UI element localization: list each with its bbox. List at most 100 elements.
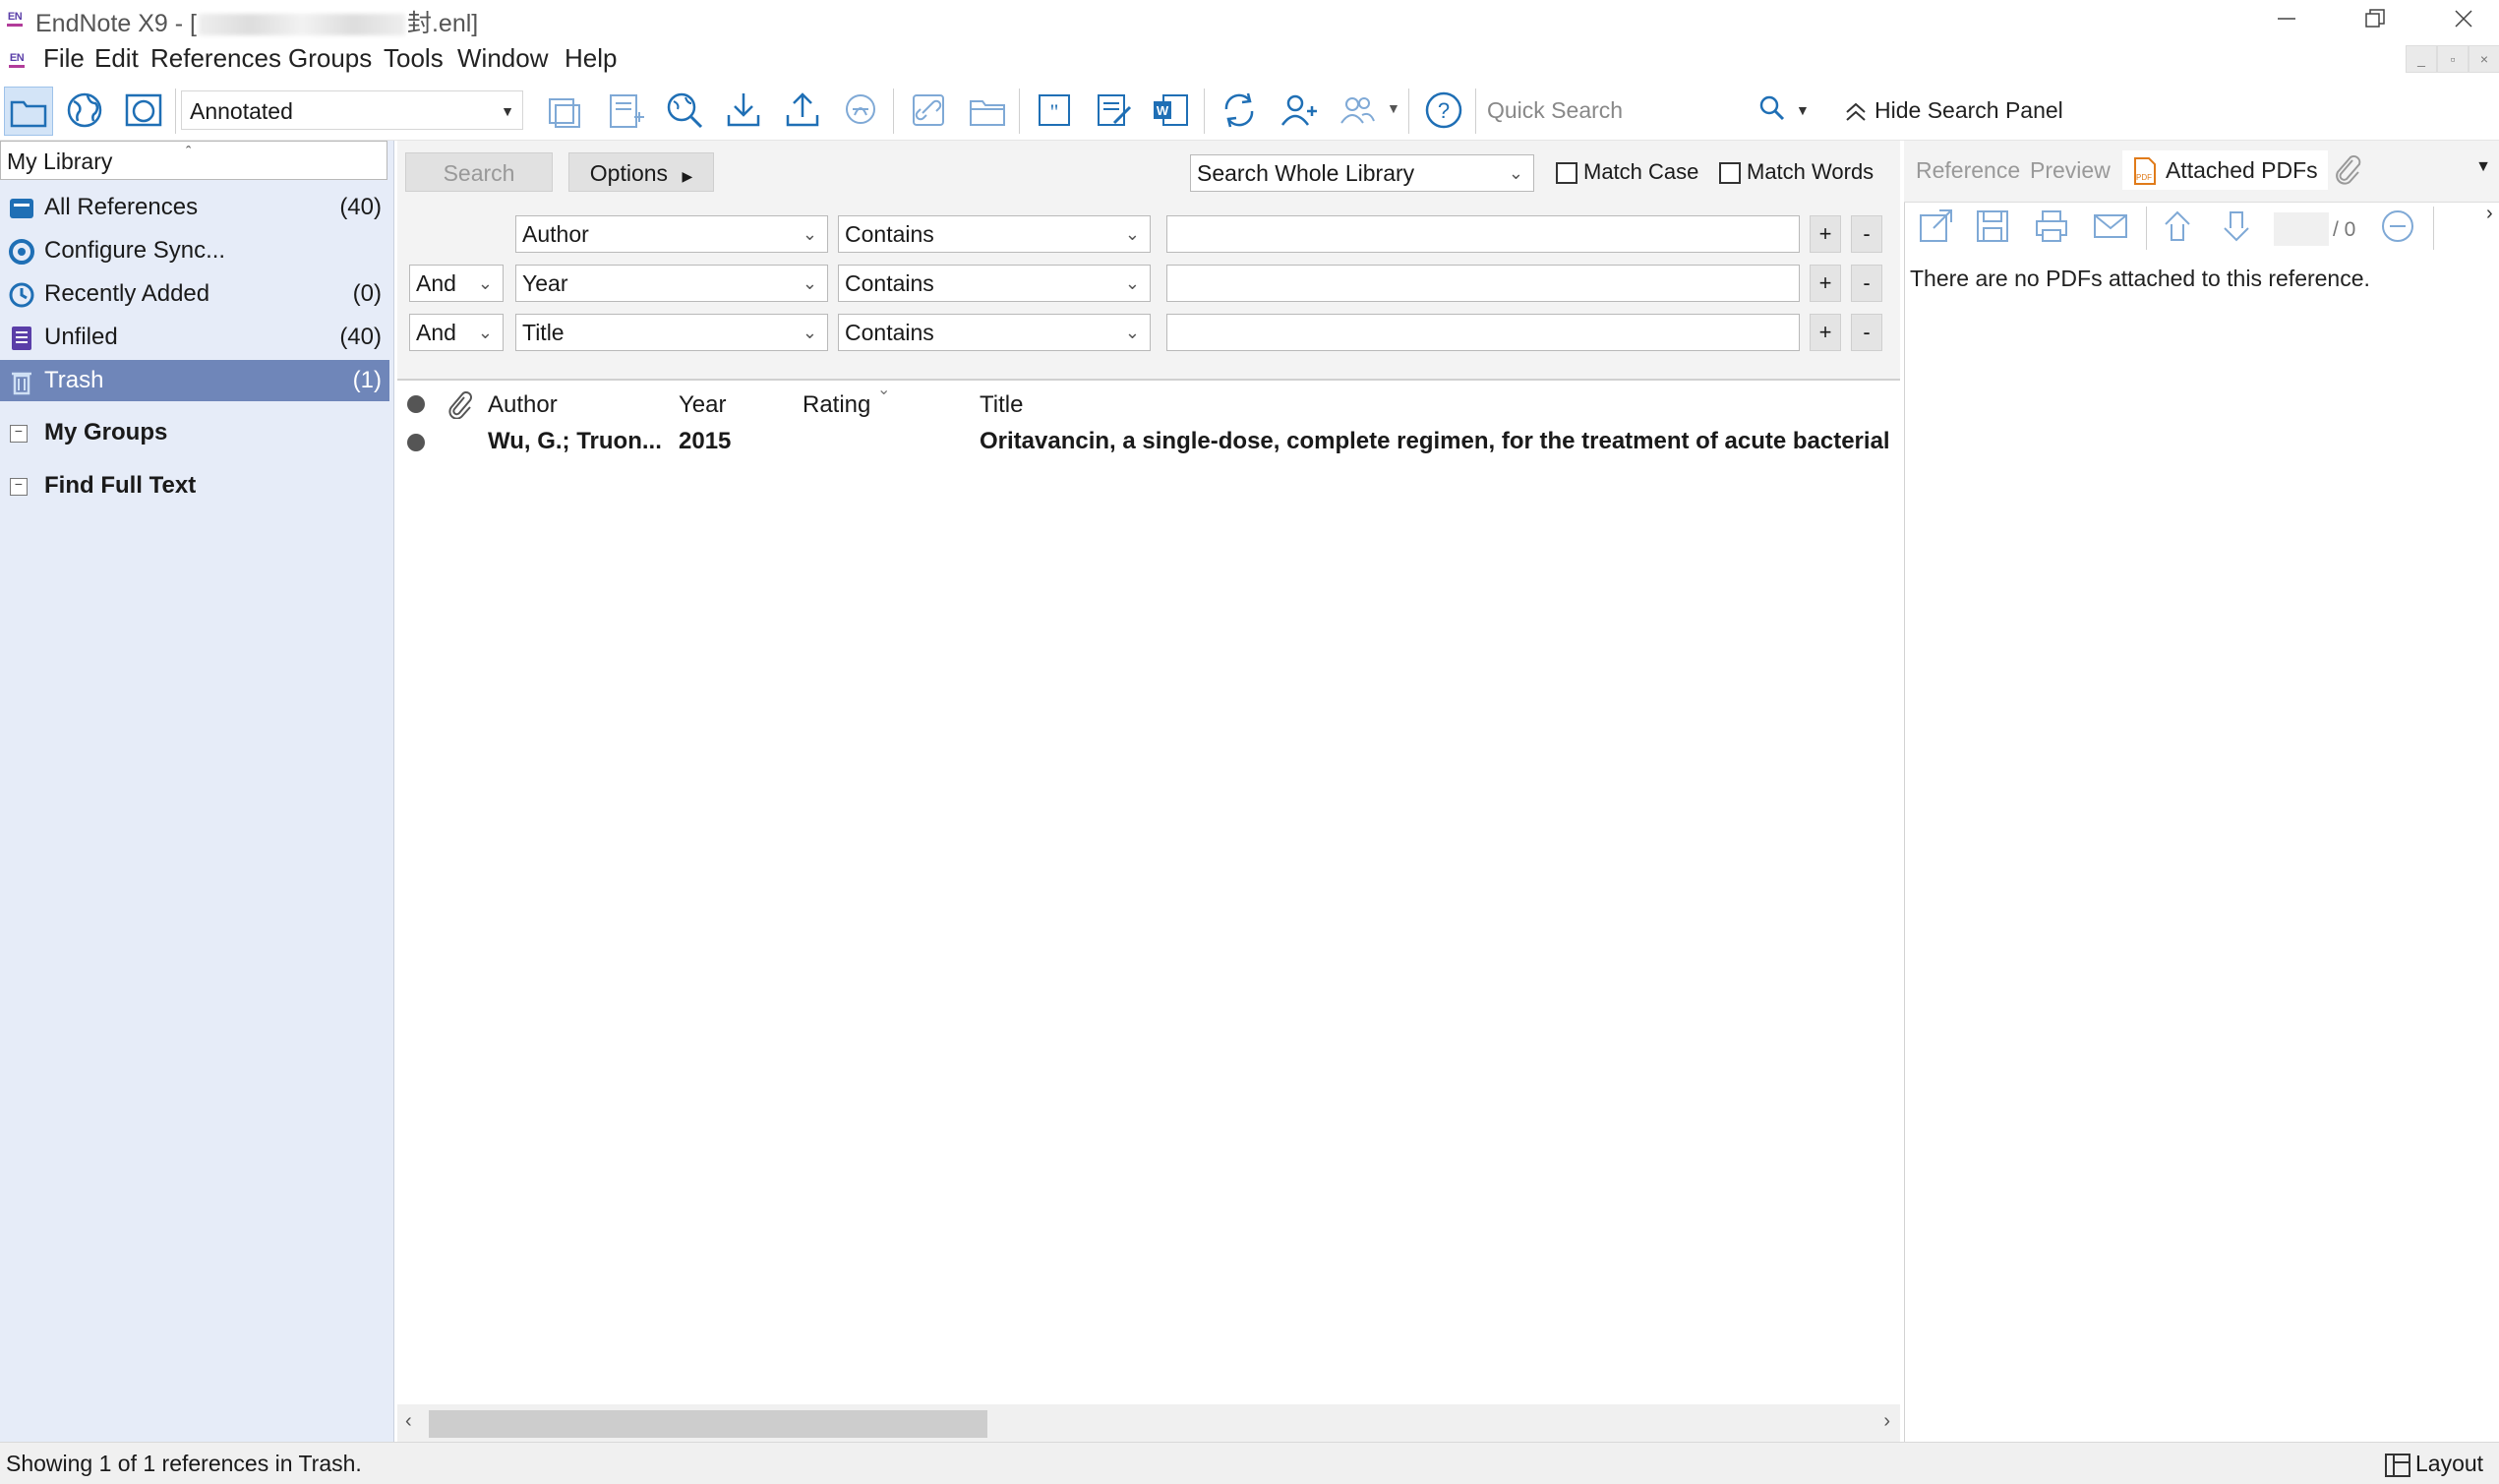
search-scope-select[interactable]: Search Whole Library ⌄ — [1190, 154, 1534, 192]
panel-menu-icon[interactable]: ▼ — [2475, 158, 2491, 176]
toolbar-overflow-icon[interactable]: › — [2486, 203, 2493, 225]
group-recently-added[interactable]: Recently Added (0) — [0, 273, 389, 315]
doc-minimize-button[interactable]: _ — [2406, 45, 2437, 73]
layout-button[interactable]: Layout — [2384, 1451, 2483, 1478]
search-term-input[interactable] — [1166, 314, 1800, 351]
group-unfiled[interactable]: Unfiled (40) — [0, 317, 389, 358]
status-bar: Showing 1 of 1 references in Trash. Layo… — [0, 1442, 2499, 1484]
quick-search-dropdown-icon[interactable]: ▼ — [1796, 102, 1810, 118]
scroll-right-icon[interactable]: › — [1883, 1410, 1890, 1433]
import-button[interactable] — [720, 87, 767, 134]
add-row-button[interactable]: + — [1810, 314, 1841, 351]
read-status-column-icon[interactable] — [407, 395, 425, 413]
attach-file-icon[interactable] — [2329, 152, 2362, 193]
menu-edit[interactable]: Edit — [94, 43, 139, 74]
email-pdf-button[interactable] — [2091, 207, 2134, 250]
search-term-input[interactable] — [1166, 215, 1800, 253]
copy-to-library-button[interactable] — [541, 87, 588, 134]
quick-search-input[interactable]: Quick Search — [1481, 90, 1786, 130]
hide-search-panel-button[interactable]: Hide Search Panel — [1843, 90, 2063, 130]
export-button[interactable] — [779, 87, 826, 134]
menu-bar: EN File Edit References Groups Tools Win… — [0, 39, 2499, 79]
search-button[interactable]: Search — [405, 152, 553, 192]
menu-file[interactable]: File — [43, 43, 85, 74]
menu-groups[interactable]: Groups — [288, 43, 372, 74]
return-to-word-button[interactable]: W — [1147, 87, 1194, 134]
search-operator-select[interactable]: Contains ⌄ — [838, 314, 1151, 351]
new-reference-button[interactable] — [602, 87, 649, 134]
tab-reference[interactable]: Reference — [1912, 150, 2024, 190]
attachment-column-icon[interactable] — [445, 389, 472, 426]
column-title[interactable]: Title — [980, 391, 1023, 419]
group-all-references[interactable]: All References (40) — [0, 187, 389, 228]
column-year[interactable]: Year — [679, 391, 727, 419]
search-field-select[interactable]: Author ⌄ — [515, 215, 828, 253]
group-count: (0) — [352, 280, 382, 307]
menu-window[interactable]: Window — [457, 43, 548, 74]
minimize-button[interactable] — [2242, 0, 2331, 37]
menu-help[interactable]: Help — [565, 43, 617, 74]
open-file-button[interactable] — [964, 87, 1011, 134]
help-button[interactable]: ? — [1420, 87, 1467, 134]
scrollbar-thumb[interactable] — [429, 1410, 987, 1438]
close-button[interactable] — [2419, 0, 2499, 37]
save-pdf-button[interactable] — [1973, 207, 2016, 250]
match-case-checkbox[interactable]: Match Case — [1556, 158, 1698, 186]
menu-references[interactable]: References — [150, 43, 281, 74]
search-operator-select[interactable]: Contains ⌄ — [838, 265, 1151, 302]
group-share-dropdown-icon[interactable]: ▼ — [1387, 100, 1400, 116]
chevron-down-icon: ⌄ — [1124, 323, 1140, 342]
scroll-left-icon[interactable]: ‹ — [405, 1410, 412, 1433]
previous-page-button[interactable] — [2158, 207, 2201, 250]
table-row[interactable]: Wu, G.; Truon... 2015 Oritavancin, a sin… — [397, 423, 1900, 462]
online-search-mode-button[interactable] — [61, 87, 108, 134]
tab-attached-pdfs[interactable]: PDF Attached PDFs — [2122, 150, 2328, 190]
remove-row-button[interactable]: - — [1851, 215, 1882, 253]
search-icon[interactable] — [1758, 94, 1786, 127]
local-library-mode-button[interactable] — [4, 87, 53, 136]
collapse-icon[interactable]: − — [10, 478, 28, 496]
zoom-out-button[interactable] — [2378, 207, 2421, 250]
menu-tools[interactable]: Tools — [384, 43, 444, 74]
search-term-input[interactable] — [1166, 265, 1800, 302]
boolean-select[interactable]: And ⌄ — [409, 265, 504, 302]
search-field-select[interactable]: Title ⌄ — [515, 314, 828, 351]
next-page-button[interactable] — [2217, 207, 2260, 250]
share-library-button[interactable] — [1275, 87, 1322, 134]
collapse-icon[interactable]: − — [10, 425, 28, 443]
options-button[interactable]: Options ▶ — [568, 152, 714, 192]
doc-close-button[interactable]: × — [2469, 45, 2499, 73]
remove-row-button[interactable]: - — [1851, 314, 1882, 351]
column-author[interactable]: Author — [488, 391, 558, 419]
format-bibliography-button[interactable] — [1090, 87, 1137, 134]
add-row-button[interactable]: + — [1810, 265, 1841, 302]
sync-button[interactable] — [1216, 87, 1263, 134]
online-search-button[interactable] — [661, 87, 708, 134]
doc-restore-button[interactable]: ▫ — [2437, 45, 2469, 73]
integrated-library-mode-button[interactable] — [120, 87, 167, 134]
remove-row-button[interactable]: - — [1851, 265, 1882, 302]
group-trash[interactable]: Trash (1) — [0, 360, 389, 401]
print-pdf-button[interactable] — [2032, 207, 2075, 250]
horizontal-scrollbar[interactable]: ‹ › — [397, 1404, 1900, 1444]
search-field-select[interactable]: Year ⌄ — [515, 265, 828, 302]
match-words-checkbox[interactable]: Match Words — [1719, 158, 1874, 186]
restore-button[interactable] — [2331, 0, 2419, 37]
sync-icon — [9, 239, 34, 265]
column-rating[interactable]: Rating — [803, 391, 870, 419]
group-configure-sync[interactable]: Configure Sync... — [0, 230, 389, 271]
page-number-input[interactable] — [2274, 212, 2329, 246]
add-row-button[interactable]: + — [1810, 215, 1841, 253]
tab-preview[interactable]: Preview — [2026, 150, 2114, 190]
open-pdf-button[interactable] — [1916, 207, 1959, 250]
output-style-select[interactable]: Annotated ▼ — [181, 90, 523, 130]
insert-citation-button[interactable]: " — [1031, 87, 1078, 134]
open-link-button[interactable] — [905, 87, 952, 134]
new-reference-icon — [610, 94, 644, 128]
my-library-header[interactable]: My Library ˆ — [0, 141, 387, 180]
group-share-button[interactable] — [1334, 87, 1381, 134]
section-label: Find Full Text — [44, 472, 197, 499]
boolean-select[interactable]: And ⌄ — [409, 314, 504, 351]
search-operator-select[interactable]: Contains ⌄ — [838, 215, 1151, 253]
find-full-text-button[interactable] — [838, 87, 885, 134]
